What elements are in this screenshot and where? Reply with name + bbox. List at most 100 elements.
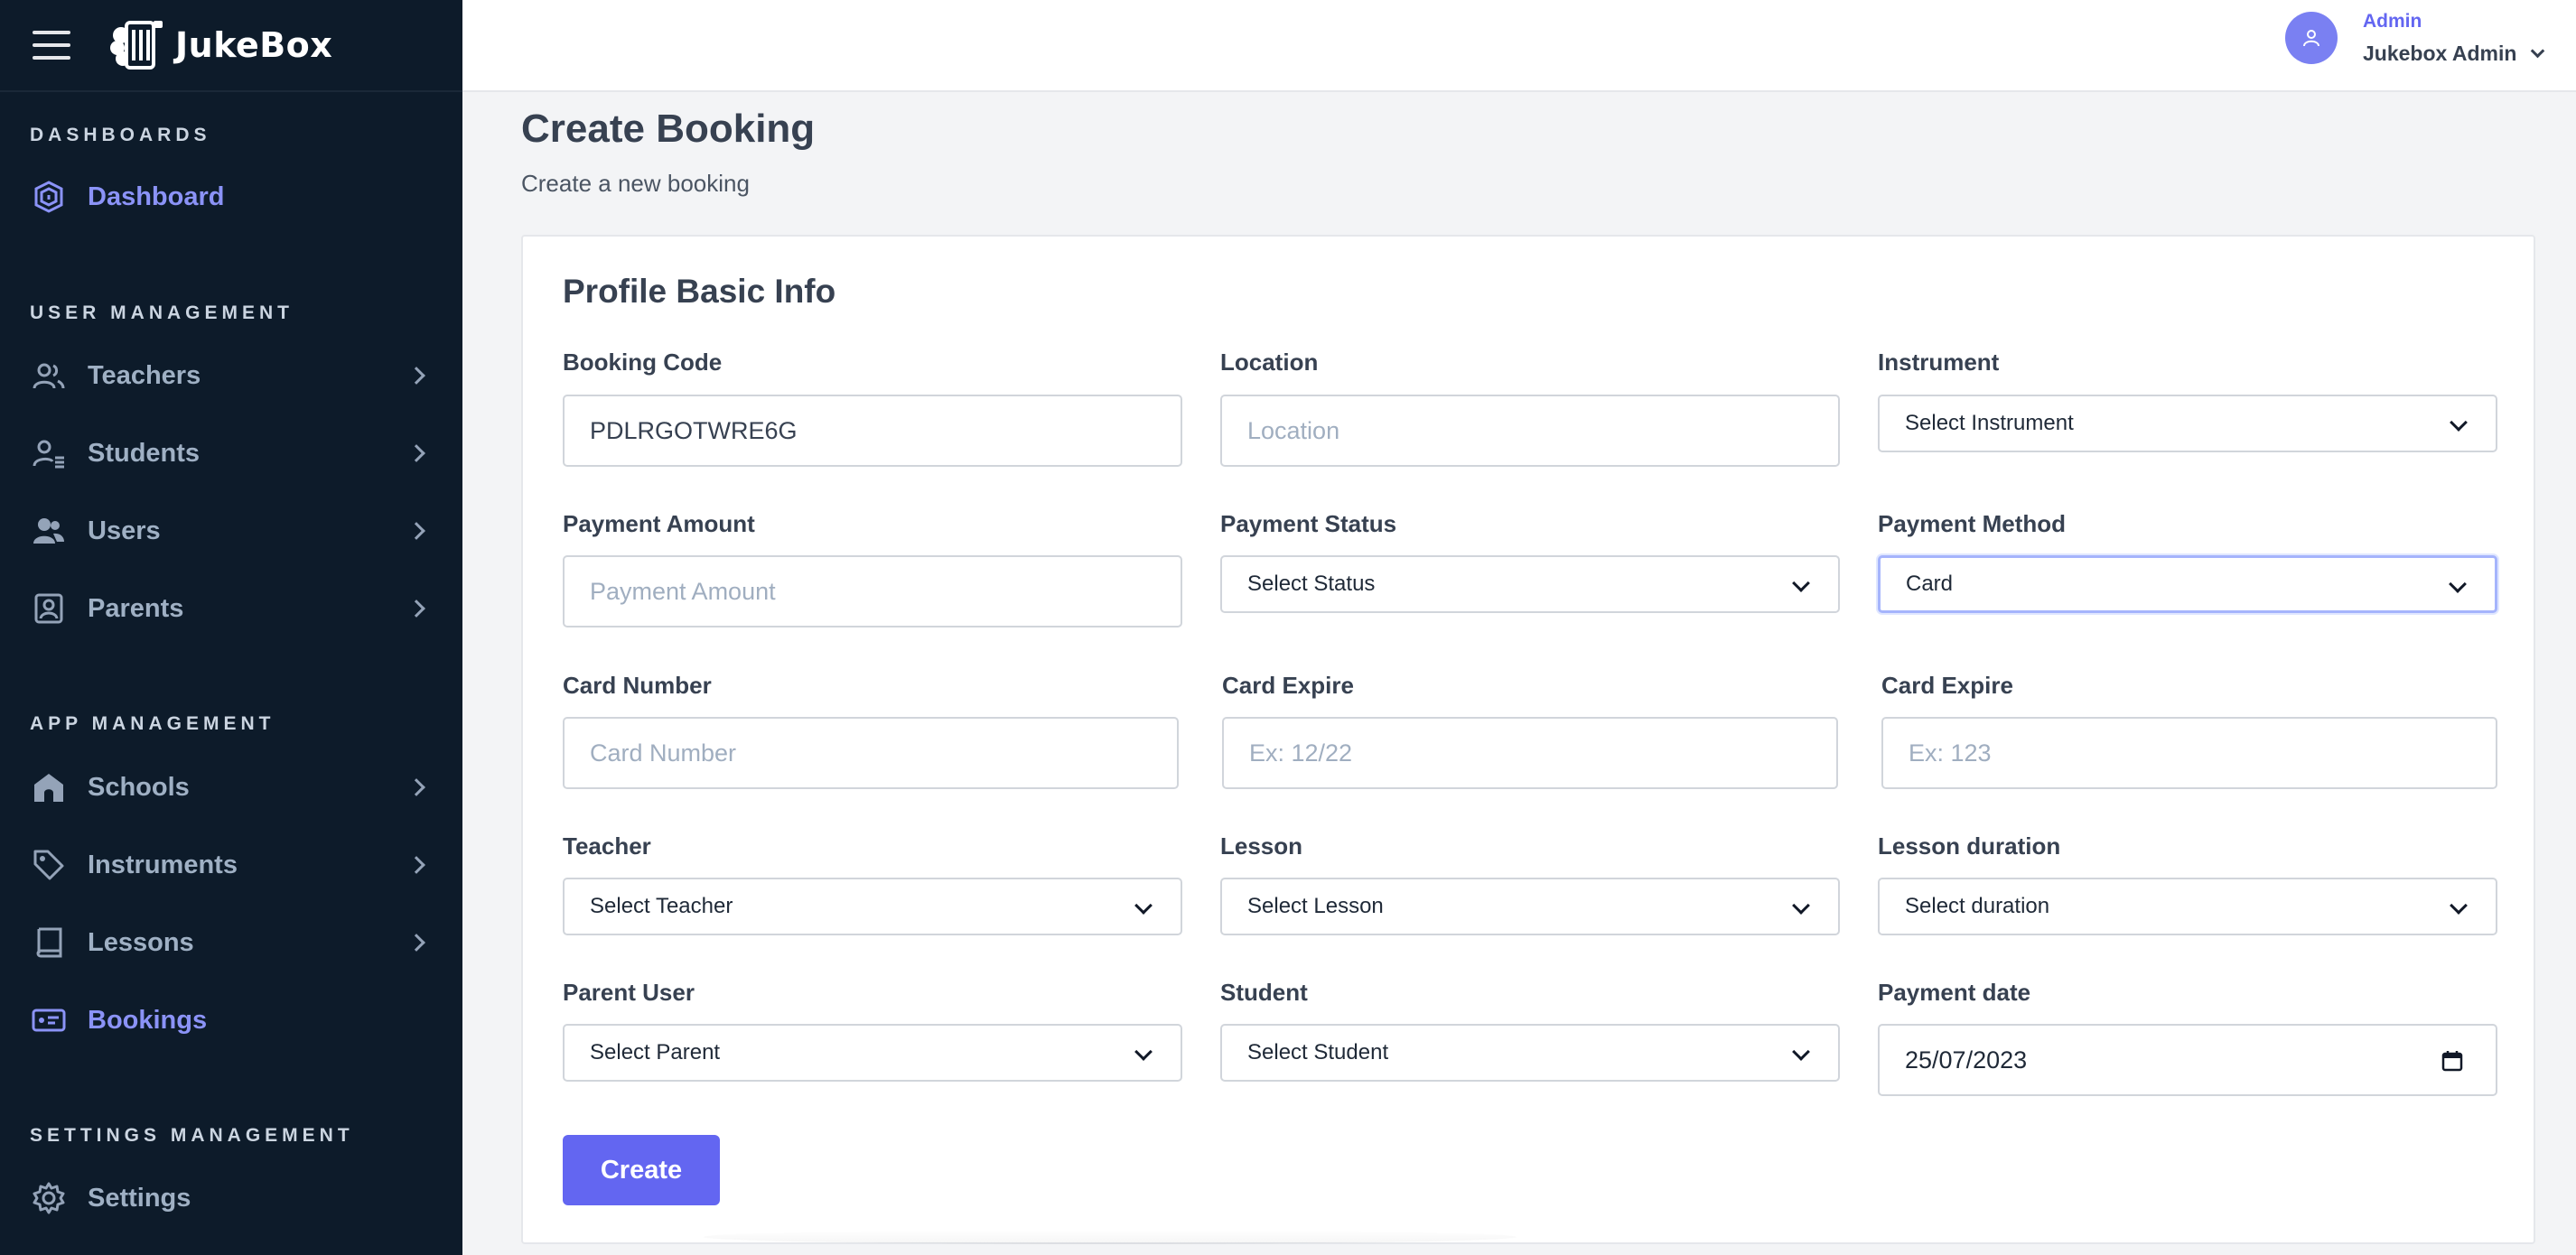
- booking-code-input[interactable]: [563, 395, 1182, 467]
- lesson-duration-select[interactable]: Select duration: [1878, 878, 2497, 935]
- student-label: Student: [1220, 979, 1308, 1006]
- parent-user-label: Parent User: [563, 979, 695, 1006]
- user-role: Admin: [2363, 11, 2422, 32]
- chevron-down-icon: [2449, 575, 2467, 593]
- card-cvc-input[interactable]: [1881, 717, 2497, 789]
- chevron-down-icon: [1134, 1043, 1153, 1061]
- payment-date-input[interactable]: 25/07/2023: [1878, 1024, 2497, 1096]
- users-icon: [30, 512, 68, 550]
- sidebar-item-schools[interactable]: Schools: [0, 755, 462, 820]
- payment-status-label: Payment Status: [1220, 510, 1397, 537]
- sidebar-item-parents[interactable]: Parents: [0, 576, 462, 641]
- chevron-down-icon: [2450, 897, 2468, 915]
- decorative-shadow: [704, 1230, 1517, 1244]
- page-subtitle: Create a new booking: [521, 170, 750, 197]
- sidebar-item-label: Dashboard: [88, 181, 225, 211]
- card-cvc-label: Card Expire: [1881, 672, 2013, 699]
- app-logo[interactable]: JukeBox: [107, 15, 332, 75]
- payment-date-label: Payment date: [1878, 979, 2031, 1006]
- sidebar-item-lessons[interactable]: Lessons: [0, 910, 462, 975]
- sidebar-item-instruments[interactable]: Instruments: [0, 832, 462, 897]
- parent-user-select[interactable]: Select Parent: [563, 1024, 1182, 1082]
- payment-amount-input[interactable]: [563, 555, 1182, 628]
- teacher-label: Teacher: [563, 832, 651, 860]
- calendar-icon[interactable]: [2441, 1050, 2463, 1072]
- dashboard-icon: [30, 178, 68, 216]
- chevron-down-icon: [1792, 1043, 1810, 1061]
- parent-user-select-value: Select Parent: [590, 1040, 721, 1064]
- sidebar-item-label: Users: [88, 516, 161, 545]
- sidebar-item-dashboard[interactable]: Dashboard: [0, 164, 462, 229]
- lesson-duration-select-value: Select duration: [1905, 894, 2050, 918]
- user-icon: [2303, 30, 2319, 47]
- card-number-input[interactable]: [563, 717, 1179, 789]
- chevron-down-icon: [1134, 897, 1153, 915]
- student-select[interactable]: Select Student: [1220, 1024, 1840, 1082]
- form-title: Profile Basic Info: [563, 273, 836, 310]
- section-app-management: APP MANAGEMENT: [30, 713, 275, 734]
- sidebar-item-label: Students: [88, 438, 201, 468]
- sidebar-item-label: Parents: [88, 593, 184, 623]
- payment-method-label: Payment Method: [1878, 510, 2067, 537]
- sidebar-item-bookings[interactable]: Bookings: [0, 988, 462, 1053]
- sidebar-item-label: Bookings: [88, 1005, 208, 1035]
- sidebar-item-settings[interactable]: Settings: [0, 1166, 462, 1231]
- booking-code-label: Booking Code: [563, 349, 723, 376]
- chevron-down-icon: [1792, 897, 1810, 915]
- menu-toggle-icon[interactable]: [33, 31, 70, 60]
- teacher-select[interactable]: Select Teacher: [563, 878, 1182, 935]
- section-dashboards: DASHBOARDS: [30, 125, 211, 145]
- teacher-select-value: Select Teacher: [590, 894, 733, 918]
- lesson-label: Lesson: [1220, 832, 1303, 860]
- payment-method-select[interactable]: Card: [1878, 555, 2497, 613]
- chevron-right-icon: [407, 934, 425, 952]
- school-icon: [30, 768, 68, 806]
- create-button[interactable]: Create: [563, 1135, 720, 1205]
- card-expire-input[interactable]: [1222, 717, 1838, 789]
- card-expire-label: Card Expire: [1222, 672, 1354, 699]
- jukebox-logo-icon: [110, 21, 163, 70]
- top-header: [462, 0, 2576, 92]
- payment-method-select-value: Card: [1906, 572, 1954, 596]
- brand-bar: JukeBox: [0, 0, 462, 92]
- app-name: JukeBox: [175, 25, 333, 65]
- ticket-icon: [30, 1001, 68, 1039]
- payment-status-select-value: Select Status: [1247, 572, 1376, 596]
- user-name: Jukebox Admin: [2363, 42, 2517, 65]
- gear-icon: [30, 1179, 68, 1217]
- sidebar: JukeBox DASHBOARDS Dashboard USER MANAGE…: [0, 0, 462, 1255]
- booking-form-card: Profile Basic Info Booking Code Location…: [521, 235, 2535, 1244]
- sidebar-item-students[interactable]: Students: [0, 421, 462, 486]
- instrument-select[interactable]: Select Instrument: [1878, 395, 2497, 452]
- section-user-management: USER MANAGEMENT: [30, 302, 294, 323]
- book-icon: [30, 924, 68, 962]
- lesson-duration-label: Lesson duration: [1878, 832, 2061, 860]
- chevron-right-icon: [407, 367, 425, 385]
- chevron-right-icon: [407, 444, 425, 462]
- payment-date-value: 25/07/2023: [1905, 1046, 2028, 1074]
- user-avatar[interactable]: [2285, 12, 2338, 64]
- payment-status-select[interactable]: Select Status: [1220, 555, 1840, 613]
- student-select-value: Select Student: [1247, 1040, 1389, 1064]
- instrument-select-value: Select Instrument: [1905, 411, 2074, 435]
- chevron-down-icon: [2450, 414, 2468, 432]
- user-menu[interactable]: Jukebox Admin: [2363, 42, 2545, 66]
- location-label: Location: [1220, 349, 1319, 376]
- lesson-select-value: Select Lesson: [1247, 894, 1384, 918]
- chevron-right-icon: [407, 600, 425, 618]
- lesson-select[interactable]: Select Lesson: [1220, 878, 1840, 935]
- parents-icon: [30, 590, 68, 628]
- sidebar-item-label: Settings: [88, 1183, 191, 1213]
- payment-amount-label: Payment Amount: [563, 510, 755, 537]
- teachers-icon: [30, 357, 68, 395]
- sidebar-item-teachers[interactable]: Teachers: [0, 343, 462, 408]
- page-title: Create Booking: [521, 107, 816, 151]
- students-icon: [30, 434, 68, 472]
- location-input[interactable]: [1220, 395, 1840, 467]
- sidebar-item-users[interactable]: Users: [0, 498, 462, 563]
- chevron-down-icon: [2531, 43, 2545, 59]
- chevron-right-icon: [407, 522, 425, 540]
- instrument-label: Instrument: [1878, 349, 2000, 376]
- chevron-right-icon: [407, 778, 425, 796]
- sidebar-item-label: Instruments: [88, 850, 238, 879]
